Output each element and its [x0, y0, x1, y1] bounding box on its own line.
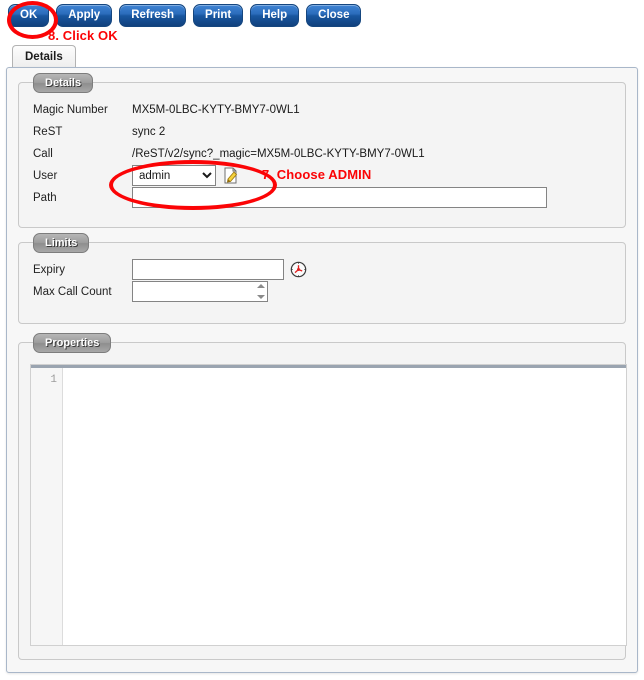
field-row-call: Call /ReST/v2/sync?_magic=MX5M-0LBC-KYTY… [19, 143, 625, 165]
magic-number-label: Magic Number [33, 104, 108, 116]
refresh-button[interactable]: Refresh [119, 4, 187, 27]
tab-strip: Details [7, 45, 637, 68]
path-input[interactable] [132, 187, 547, 208]
field-row-rest: ReST sync 2 [19, 121, 625, 143]
annotation-step-8: 8. Click OK [48, 28, 118, 43]
user-select[interactable]: admin [132, 165, 216, 186]
field-row-magic-number: Magic Number MX5M-0LBC-KYTY-BMY7-0WL1 [19, 99, 625, 121]
editor-top-rule [31, 365, 626, 368]
details-fieldset: Details Magic Number MX5M-0LBC-KYTY-BMY7… [18, 73, 626, 228]
help-button[interactable]: Help [250, 4, 300, 27]
max-call-count-label: Max Call Count [33, 286, 112, 298]
annotation-step-7: 7. Choose ADMIN [262, 167, 372, 182]
path-label: Path [33, 192, 57, 204]
rest-label: ReST [33, 126, 63, 138]
max-call-count-stepper[interactable] [132, 281, 268, 302]
spinner-down-icon[interactable] [257, 295, 265, 299]
field-row-expiry: Expiry [19, 259, 625, 281]
max-call-count-input[interactable] [132, 281, 268, 302]
properties-legend: Properties [33, 333, 112, 353]
toolbar: OK Apply Refresh Print Help Close [0, 0, 644, 31]
application-window: OK Apply Refresh Print Help Close Detail… [0, 0, 644, 680]
edit-pencil-icon[interactable] [223, 167, 239, 184]
properties-code-area[interactable] [63, 365, 626, 645]
expiry-label: Expiry [33, 264, 65, 276]
magic-number-value: MX5M-0LBC-KYTY-BMY7-0WL1 [132, 104, 300, 116]
properties-fieldset: Properties 1 [18, 333, 627, 660]
call-value: /ReST/v2/sync?_magic=MX5M-0LBC-KYTY-BMY7… [132, 148, 425, 160]
call-label: Call [33, 148, 53, 160]
limits-fieldset: Limits Expiry Max Call Count [18, 233, 626, 324]
editor-gutter: 1 [31, 365, 63, 645]
tab-details[interactable]: Details [12, 45, 76, 68]
close-button[interactable]: Close [306, 4, 362, 27]
details-legend: Details [33, 73, 94, 93]
gutter-line-number: 1 [50, 374, 57, 386]
limits-legend: Limits [33, 233, 90, 253]
details-panel: Details Magic Number MX5M-0LBC-KYTY-BMY7… [6, 67, 638, 673]
user-label: User [33, 170, 58, 182]
spinner-up-icon[interactable] [257, 284, 265, 288]
spinner-arrows[interactable] [257, 284, 265, 299]
ok-button[interactable]: OK [8, 4, 50, 27]
properties-editor[interactable]: 1 [30, 364, 627, 646]
field-row-max-call-count: Max Call Count [19, 281, 625, 303]
print-button[interactable]: Print [193, 4, 244, 27]
clock-picker-icon[interactable] [290, 261, 307, 278]
expiry-input[interactable] [132, 259, 284, 280]
field-row-path: Path [19, 187, 625, 209]
rest-value: sync 2 [132, 126, 166, 138]
apply-button[interactable]: Apply [56, 4, 113, 27]
